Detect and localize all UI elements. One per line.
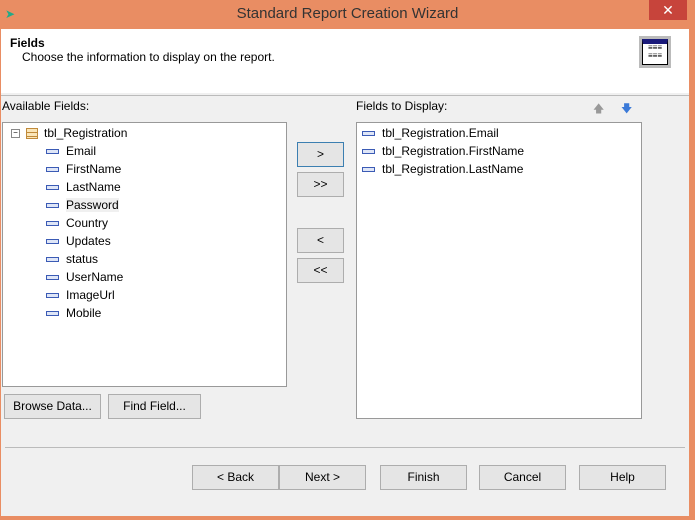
field-label: Updates xyxy=(66,234,111,248)
field-item[interactable]: tbl_Registration.Email xyxy=(362,124,499,142)
field-label: tbl_Registration.FirstName xyxy=(382,144,525,158)
help-button[interactable]: Help xyxy=(579,465,666,490)
field-icon xyxy=(46,257,59,263)
window-title: Standard Report Creation Wizard xyxy=(236,5,459,22)
field-item[interactable]: tbl_Registration.LastName xyxy=(362,160,523,178)
field-label: ImageUrl xyxy=(66,288,115,302)
field-label: Email xyxy=(66,144,97,158)
cancel-button[interactable]: Cancel xyxy=(479,465,566,490)
field-item[interactable]: LastName xyxy=(46,178,121,196)
field-item[interactable]: Mobile xyxy=(46,304,101,322)
title-bar: ➤ Standard Report Creation Wizard ✕ xyxy=(0,0,695,29)
field-item[interactable]: Country xyxy=(46,214,108,232)
field-item[interactable]: Email xyxy=(46,142,96,160)
field-item[interactable]: UserName xyxy=(46,268,123,286)
field-icon xyxy=(362,167,375,173)
field-label: tbl_Registration.LastName xyxy=(382,162,524,176)
divider xyxy=(1,95,689,96)
field-icon xyxy=(46,275,59,281)
wizard-body: Fields Choose the information to display… xyxy=(1,29,689,516)
field-item[interactable]: Password xyxy=(46,196,119,214)
available-fields-label: Available Fields: xyxy=(2,99,90,113)
table-icon xyxy=(26,128,38,140)
field-icon xyxy=(46,167,59,173)
collapse-icon[interactable]: − xyxy=(11,129,20,139)
field-icon xyxy=(46,293,59,299)
finish-button[interactable]: Finish xyxy=(380,465,467,490)
field-item[interactable]: Updates xyxy=(46,232,111,250)
wizard-header: Fields Choose the information to display… xyxy=(1,29,689,93)
field-label: UserName xyxy=(66,270,124,284)
field-item[interactable]: tbl_Registration.FirstName xyxy=(362,142,524,160)
add-field-button[interactable]: > xyxy=(297,142,344,167)
field-item[interactable]: status xyxy=(46,250,98,268)
find-field-button[interactable]: Find Field... xyxy=(108,394,201,419)
report-table-icon: ≡≡≡ ≡≡≡ xyxy=(639,36,671,68)
close-button[interactable]: ✕ xyxy=(649,0,687,20)
add-all-fields-button[interactable]: >> xyxy=(297,172,344,197)
fields-to-display-label: Fields to Display: xyxy=(356,99,448,113)
field-icon xyxy=(46,239,59,245)
field-icon xyxy=(46,311,59,317)
field-item[interactable]: FirstName xyxy=(46,160,121,178)
table-name: tbl_Registration xyxy=(44,126,128,140)
fields-to-display-list[interactable]: tbl_Registration.Email tbl_Registration.F… xyxy=(356,122,642,419)
field-label: tbl_Registration.Email xyxy=(382,126,499,140)
field-icon xyxy=(46,221,59,227)
remove-field-button[interactable]: < xyxy=(297,228,344,253)
field-icon xyxy=(46,185,59,191)
tree-node-table[interactable]: − tbl_Registration xyxy=(11,124,127,142)
field-icon xyxy=(362,131,375,137)
field-label: Country xyxy=(66,216,109,230)
move-down-icon[interactable]: 🡇 xyxy=(621,100,632,119)
field-label: Password xyxy=(66,198,119,212)
back-button[interactable]: < Back xyxy=(192,465,279,490)
divider xyxy=(5,447,685,448)
field-icon xyxy=(362,149,375,155)
field-item[interactable]: ImageUrl xyxy=(46,286,115,304)
move-up-icon[interactable]: 🡅 xyxy=(593,100,604,119)
page-subtitle: Choose the information to display on the… xyxy=(22,50,275,64)
field-label: status xyxy=(66,252,99,266)
available-fields-tree[interactable]: − tbl_Registration Email FirstName LastName… xyxy=(2,122,287,387)
remove-all-fields-button[interactable]: << xyxy=(297,258,344,283)
page-title: Fields xyxy=(10,36,45,50)
field-icon xyxy=(46,149,59,155)
field-icon xyxy=(46,203,59,209)
next-button[interactable]: Next > xyxy=(279,465,366,490)
field-label: LastName xyxy=(66,180,121,194)
field-label: Mobile xyxy=(66,306,102,320)
field-label: FirstName xyxy=(66,162,122,176)
browse-data-button[interactable]: Browse Data... xyxy=(4,394,101,419)
